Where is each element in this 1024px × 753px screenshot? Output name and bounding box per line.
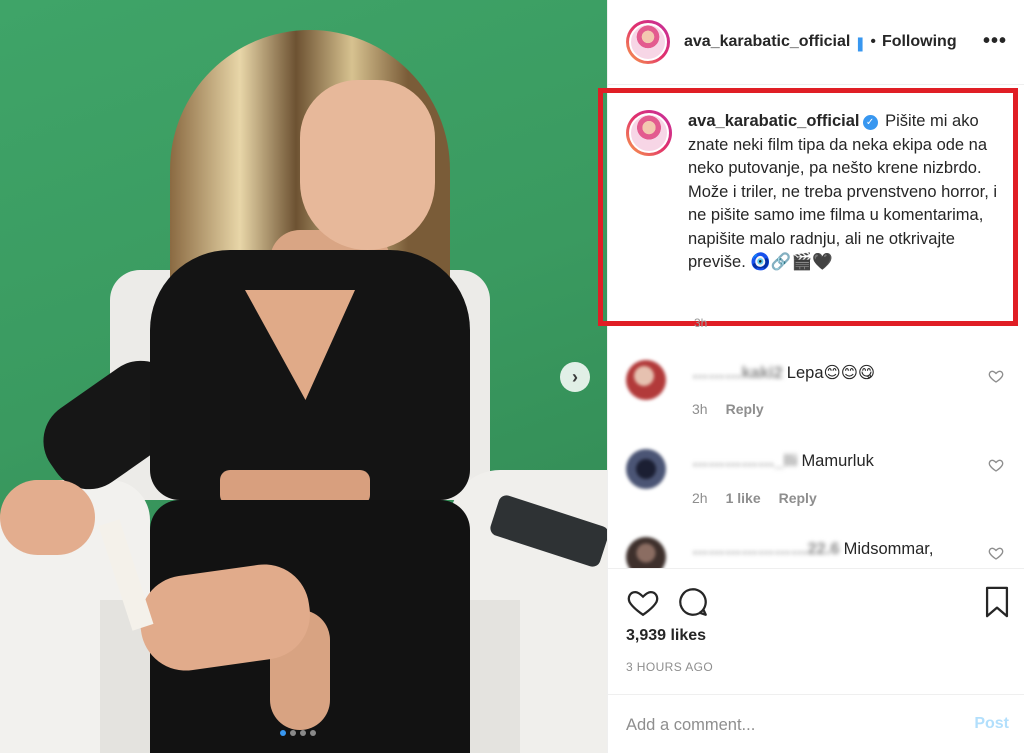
heart-outline-icon[interactable]: [988, 368, 1004, 384]
post-comment-button[interactable]: Post: [974, 715, 1009, 733]
comment-input[interactable]: [626, 713, 946, 737]
comment-meta: 3h Reply: [692, 401, 764, 417]
verified-icon: ❚: [854, 35, 867, 51]
like-heart-icon[interactable]: [626, 585, 660, 619]
reply-button[interactable]: Reply: [779, 490, 817, 506]
heart-outline-icon[interactable]: [988, 545, 1004, 561]
author-avatar[interactable]: [626, 20, 670, 64]
caption-avatar[interactable]: [626, 110, 672, 156]
comment-bubble-icon[interactable]: [676, 585, 710, 619]
reply-button[interactable]: Reply: [726, 401, 764, 417]
post-age: 3 HOURS AGO: [626, 660, 714, 674]
comment-meta: 2h 1 like Reply: [692, 490, 817, 506]
heart-outline-icon[interactable]: [988, 457, 1004, 473]
comment-username[interactable]: ……………_lli: [692, 452, 797, 471]
caption-username[interactable]: ava_karabatic_official: [688, 112, 860, 130]
comment-text: Lepa😊😊😋: [786, 364, 876, 382]
following-button[interactable]: Following: [882, 33, 957, 51]
comment-text: Midsommar,: [843, 540, 934, 558]
comment-body: ………kaki2 Lepa😊😊😋: [692, 363, 875, 383]
header-separator: •: [870, 33, 876, 50]
likes-count[interactable]: 3,939 likes: [626, 627, 706, 645]
carousel-next-button[interactable]: ›: [560, 362, 590, 392]
bookmark-icon[interactable]: [980, 585, 1014, 619]
caption-time: 3h: [694, 316, 708, 330]
carousel-dot[interactable]: [290, 730, 296, 736]
comment-username[interactable]: …………………22.6: [692, 540, 840, 559]
caption-text: Pišite mi ako znate neki film tipa da ne…: [688, 112, 998, 271]
post-actions: 3,939 likes 3 HOURS AGO Post: [608, 568, 1024, 753]
comment-body: ……………_lli Mamurluk: [692, 452, 874, 471]
post-caption: ava_karabatic_official ✓ Pišite mi ako zn…: [626, 110, 1006, 275]
comment-likes[interactable]: 1 like: [726, 490, 761, 506]
figure-hand-left: [0, 480, 95, 555]
comment-body: …………………22.6 Midsommar,: [692, 540, 933, 559]
carousel-dot[interactable]: [310, 730, 316, 736]
carousel-dots: [280, 730, 316, 736]
comment-username[interactable]: ………kaki2: [692, 364, 783, 383]
post-side-panel: ava_karabatic_official ❚ • Following •••…: [598, 0, 1024, 753]
carousel-dot[interactable]: [300, 730, 306, 736]
add-comment-bar: Post: [608, 694, 1024, 753]
figure-face: [300, 80, 435, 250]
chevron-right-icon: ›: [572, 366, 578, 387]
carousel-dot[interactable]: [280, 730, 286, 736]
post-photo[interactable]: ›: [0, 0, 607, 753]
comment-avatar[interactable]: [626, 449, 666, 489]
verified-badge-icon: ✓: [862, 115, 878, 130]
comment-avatar[interactable]: [626, 360, 666, 400]
more-options-icon[interactable]: •••: [983, 30, 1007, 53]
post-header: ava_karabatic_official ❚ • Following •••: [608, 0, 1024, 85]
author-username[interactable]: ava_karabatic_official: [684, 33, 850, 51]
comment-time: 3h: [692, 401, 708, 417]
comment-text: Mamurluk: [801, 452, 874, 470]
comment-time: 2h: [692, 490, 708, 506]
caption-text-block: ava_karabatic_official ✓ Pišite mi ako zn…: [688, 110, 1006, 275]
